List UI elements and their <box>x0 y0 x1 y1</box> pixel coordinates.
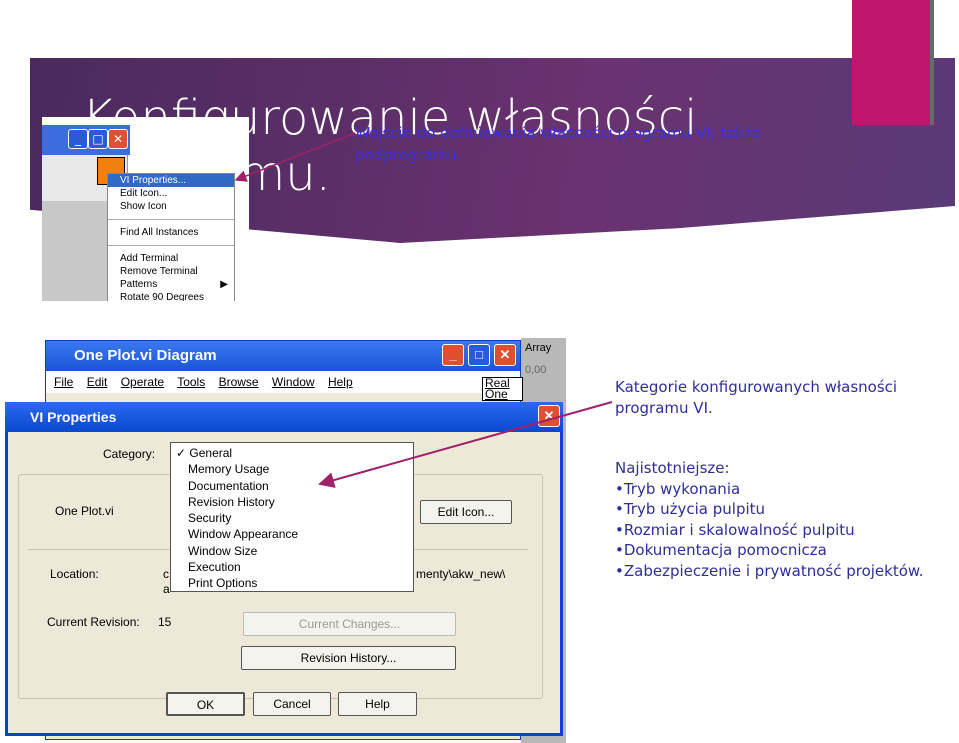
arrow-to-vi-properties <box>234 132 356 182</box>
arrow-to-categories <box>318 401 613 488</box>
callout-arrows <box>234 132 613 488</box>
